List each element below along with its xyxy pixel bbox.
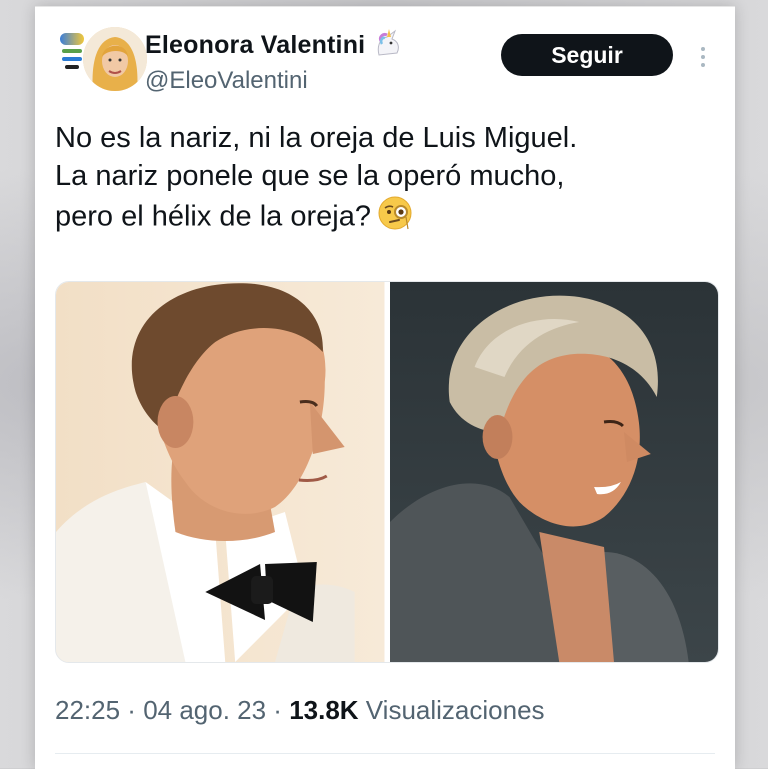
tweet-line-3-wrap: pero el hélix de la oreja? (55, 195, 725, 241)
tweet-line-2: La nariz ponele que se la operó mucho, (55, 160, 565, 192)
face-with-monocle-icon (377, 195, 413, 241)
tweet-line-1: No es la nariz, ni la oreja de Luis Migu… (55, 122, 578, 154)
tweet-media[interactable] (55, 281, 719, 663)
follow-button[interactable]: Seguir (501, 34, 673, 76)
tweet-time[interactable]: 22:25 (55, 695, 120, 725)
avatar[interactable] (83, 27, 147, 91)
meta-separator: · (120, 695, 144, 725)
meta-separator: · (266, 695, 290, 725)
views-count: 13.8K (289, 695, 359, 725)
author-handle[interactable]: @EleoValentini (145, 67, 308, 95)
photo-left[interactable] (56, 282, 385, 662)
divider (55, 753, 715, 754)
tweet-line-3: pero el hélix de la oreja? (55, 200, 371, 233)
photo-right[interactable] (389, 282, 718, 662)
views-label: Visualizaciones (358, 695, 545, 725)
tweet-card: Eleonora Valentini @EleoValentini Seguir… (35, 6, 735, 769)
unicorn-icon (373, 29, 403, 62)
author-name[interactable]: Eleonora Valentini (145, 31, 365, 60)
author-name-row[interactable]: Eleonora Valentini (145, 29, 403, 62)
tweet-text: No es la nariz, ni la oreja de Luis Migu… (55, 119, 725, 241)
tweet-date[interactable]: 04 ago. 23 (143, 695, 266, 725)
tweet-meta: 22:25 · 04 ago. 23 · 13.8K Visualizacion… (55, 695, 545, 726)
author-avatar-group[interactable] (57, 25, 147, 97)
more-vertical-icon[interactable] (693, 39, 713, 75)
